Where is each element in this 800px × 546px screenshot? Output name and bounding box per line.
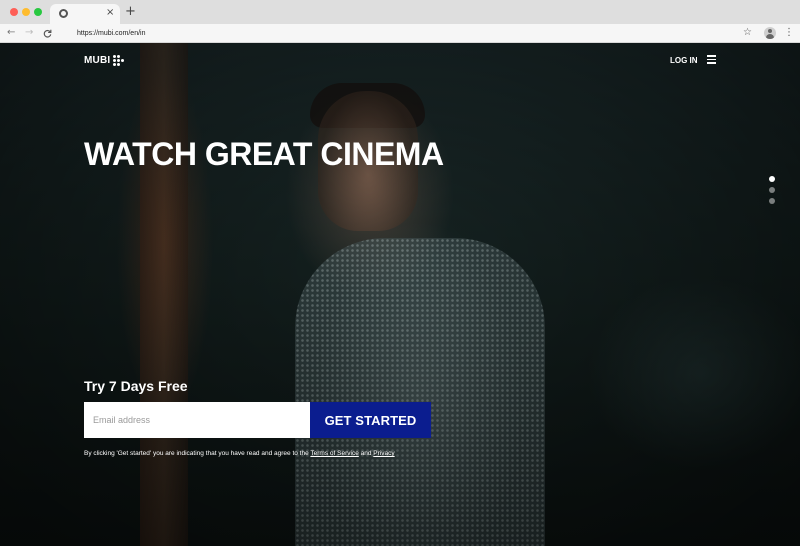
trial-title: Try 7 Days Free xyxy=(84,378,188,394)
slide-dot[interactable] xyxy=(769,198,775,204)
back-arrow-icon[interactable]: ← xyxy=(7,26,15,40)
background-vignette xyxy=(0,43,800,546)
minimize-window-button[interactable] xyxy=(22,8,30,16)
address-bar[interactable]: https://mubi.com/en/in xyxy=(60,26,760,41)
star-icon[interactable]: ☆ xyxy=(743,26,752,40)
hero-headline: WATCH GREAT CINEMA xyxy=(84,136,444,172)
url-text[interactable]: https://mubi.com/en/in xyxy=(77,28,145,39)
logo-dots-icon xyxy=(113,55,126,67)
legal-and-text: and xyxy=(360,450,372,457)
forward-arrow-icon[interactable]: → xyxy=(25,26,33,40)
browser-tab[interactable]: × xyxy=(50,4,120,24)
profile-icon[interactable] xyxy=(764,27,776,39)
slide-dot[interactable] xyxy=(769,176,775,182)
slide-dot[interactable] xyxy=(769,187,775,193)
legal-notice: By clicking 'Get started' you are indica… xyxy=(84,449,395,458)
tab-close-icon[interactable]: × xyxy=(106,7,114,19)
logo-text: MUBI xyxy=(84,55,111,66)
get-started-button[interactable]: GET STARTED xyxy=(310,402,431,438)
close-window-button[interactable] xyxy=(10,8,18,16)
maximize-window-button[interactable] xyxy=(34,8,42,16)
privacy-link[interactable]: Privacy xyxy=(373,450,394,457)
mubi-logo[interactable]: MUBI xyxy=(84,55,126,67)
legal-text: By clicking 'Get started' you are indica… xyxy=(84,450,309,457)
email-field[interactable] xyxy=(84,402,310,438)
chrome-globe-icon xyxy=(59,9,68,18)
browser-toolbar: ← → https://mubi.com/en/in ☆ ⋮ xyxy=(0,24,800,43)
hamburger-icon[interactable] xyxy=(707,55,716,64)
terms-of-service-link[interactable]: Terms of Service xyxy=(310,450,358,457)
reload-icon[interactable] xyxy=(43,26,52,43)
browser-tab-bar: × + xyxy=(0,0,800,24)
login-link[interactable]: LOG IN xyxy=(670,56,698,66)
hero-section: MUBI LOG IN WATCH GREAT CINEMA Try 7 Day… xyxy=(0,43,800,546)
kebab-menu-icon[interactable]: ⋮ xyxy=(784,26,794,40)
new-tab-button[interactable]: + xyxy=(125,5,136,19)
slide-indicator xyxy=(769,176,775,209)
